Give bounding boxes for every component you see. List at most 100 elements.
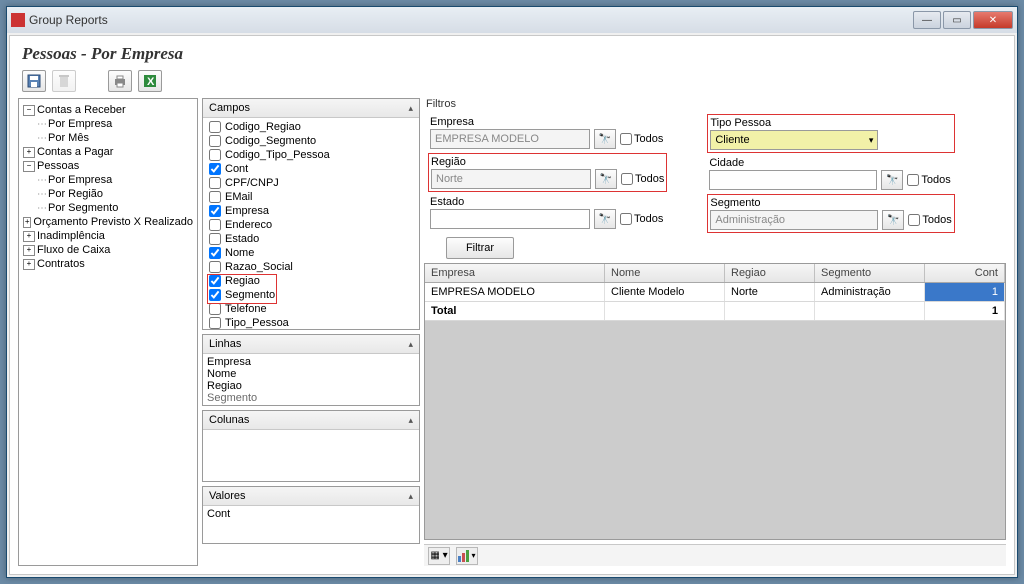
col-cont[interactable]: Cont: [925, 264, 1005, 282]
campo-checkbox[interactable]: [209, 219, 221, 231]
maximize-button[interactable]: ▭: [943, 11, 971, 29]
campo-item[interactable]: Codigo_Regiao: [207, 120, 415, 134]
chevron-up-icon[interactable]: ▴: [408, 339, 413, 350]
expand-icon[interactable]: +: [23, 259, 35, 270]
col-nome[interactable]: Nome: [605, 264, 725, 282]
tree-item-pessoas-por-regiao[interactable]: ⋯Por Região: [37, 187, 193, 201]
campo-item[interactable]: Nome: [207, 246, 415, 260]
campo-checkbox[interactable]: [209, 191, 221, 203]
cidade-input[interactable]: [709, 170, 877, 190]
campo-checkbox[interactable]: [209, 261, 221, 273]
campo-checkbox[interactable]: [209, 303, 221, 315]
chevron-up-icon[interactable]: ▴: [408, 103, 413, 114]
campo-checkbox[interactable]: [209, 317, 221, 329]
search-button[interactable]: 🔭: [594, 129, 616, 149]
expand-icon[interactable]: +: [23, 231, 35, 242]
campo-checkbox[interactable]: [209, 205, 221, 217]
expand-icon[interactable]: +: [23, 245, 35, 256]
excel-icon: X: [143, 74, 157, 88]
regiao-todos-checkbox[interactable]: [621, 173, 633, 185]
chart-view-button[interactable]: ▾: [456, 547, 478, 565]
collapse-icon[interactable]: −: [23, 105, 35, 116]
list-item[interactable]: Cont: [207, 508, 415, 520]
campo-item[interactable]: Telefone: [207, 302, 415, 316]
grid-header: Empresa Nome Regiao Segmento Cont: [425, 264, 1005, 283]
col-segmento[interactable]: Segmento: [815, 264, 925, 282]
titlebar: Group Reports — ▭ ✕: [7, 7, 1017, 33]
colunas-title: Colunas: [209, 414, 249, 426]
segmento-todos-checkbox[interactable]: [908, 214, 920, 226]
filter-cidade: Cidade 🔭 Todos: [707, 155, 954, 192]
tree-item-fluxo-caixa[interactable]: +Fluxo de Caixa: [23, 243, 193, 257]
empresa-input[interactable]: [430, 129, 590, 149]
chevron-up-icon[interactable]: ▴: [408, 415, 413, 426]
filter-tipo-pessoa: Tipo Pessoa Cliente ▾: [707, 114, 954, 153]
tree-item-por-mes[interactable]: ⋯Por Mês: [37, 131, 193, 145]
list-item[interactable]: Empresa: [207, 356, 415, 368]
empresa-todos-checkbox[interactable]: [620, 133, 632, 145]
report-tree: − Contas a Receber ⋯Por Empresa ⋯Por Mês…: [23, 103, 193, 271]
filters-area: Empresa 🔭 Todos Região 🔭: [424, 114, 1006, 259]
campo-label: Nome: [225, 247, 254, 259]
chevron-up-icon[interactable]: ▴: [408, 491, 413, 502]
estado-todos-checkbox[interactable]: [620, 213, 632, 225]
campo-item[interactable]: Razao_Social: [207, 260, 415, 274]
tree-item-inadimplencia[interactable]: +Inadimplência: [23, 229, 193, 243]
campo-checkbox[interactable]: [209, 177, 221, 189]
search-button[interactable]: 🔭: [881, 170, 903, 190]
search-button[interactable]: 🔭: [594, 209, 616, 229]
cidade-todos-checkbox[interactable]: [907, 174, 919, 186]
list-item[interactable]: Regiao: [207, 380, 415, 392]
tree-item-pessoas[interactable]: − Pessoas: [23, 159, 193, 173]
table-row[interactable]: EMPRESA MODELO Cliente Modelo Norte Admi…: [425, 283, 1005, 302]
filter-estado: Estado 🔭 Todos: [428, 194, 667, 231]
campos-panel: Campos▴ Codigo_RegiaoCodigo_SegmentoCodi…: [202, 98, 420, 330]
col-empresa[interactable]: Empresa: [425, 264, 605, 282]
tipo-pessoa-select[interactable]: Cliente ▾: [710, 130, 878, 150]
campo-item[interactable]: Empresa: [207, 204, 415, 218]
tree-item-contratos[interactable]: +Contratos: [23, 257, 193, 271]
save-button[interactable]: [22, 70, 46, 92]
tree-item-pessoas-por-segmento[interactable]: ⋯Por Segmento: [37, 201, 193, 215]
campo-checkbox[interactable]: [209, 121, 221, 133]
campo-item[interactable]: Estado: [207, 232, 415, 246]
campo-item[interactable]: Codigo_Tipo_Pessoa: [207, 148, 415, 162]
campo-item[interactable]: Codigo_Segmento: [207, 134, 415, 148]
tree-item-contas-receber[interactable]: − Contas a Receber: [23, 103, 193, 117]
expand-icon[interactable]: +: [23, 147, 35, 158]
search-button[interactable]: 🔭: [595, 169, 617, 189]
campo-checkbox[interactable]: [209, 135, 221, 147]
save-icon: [27, 74, 41, 88]
regiao-input[interactable]: [431, 169, 591, 189]
print-button[interactable]: [108, 70, 132, 92]
segmento-input[interactable]: [710, 210, 878, 230]
campo-checkbox[interactable]: [209, 247, 221, 259]
campo-item[interactable]: Endereco: [207, 218, 415, 232]
campo-checkbox[interactable]: [209, 149, 221, 161]
search-button[interactable]: 🔭: [882, 210, 904, 230]
campo-checkbox[interactable]: [209, 163, 221, 175]
campo-label: Codigo_Regiao: [225, 121, 301, 133]
export-excel-button[interactable]: X: [138, 70, 162, 92]
expand-icon[interactable]: +: [23, 217, 31, 228]
campo-checkbox[interactable]: [209, 233, 221, 245]
campo-item[interactable]: EMail: [207, 190, 415, 204]
tree-item-contas-pagar[interactable]: + Contas a Pagar: [23, 145, 193, 159]
list-item[interactable]: Segmento: [207, 392, 415, 404]
app-icon: [11, 13, 25, 27]
close-button[interactable]: ✕: [973, 11, 1013, 29]
filtrar-button[interactable]: Filtrar: [446, 237, 514, 259]
campo-item[interactable]: Tipo_Pessoa: [207, 316, 415, 329]
tree-item-pessoas-por-empresa[interactable]: ⋯Por Empresa: [37, 173, 193, 187]
campo-label: Cont: [225, 163, 248, 175]
list-item[interactable]: Nome: [207, 368, 415, 380]
campo-item[interactable]: Cont: [207, 162, 415, 176]
tree-item-orcamento[interactable]: +Orçamento Previsto X Realizado: [23, 215, 193, 229]
col-regiao[interactable]: Regiao: [725, 264, 815, 282]
grid-view-button[interactable]: ▦ ▾: [428, 547, 450, 565]
tree-item-por-empresa[interactable]: ⋯Por Empresa: [37, 117, 193, 131]
estado-input[interactable]: [430, 209, 590, 229]
campo-item[interactable]: CPF/CNPJ: [207, 176, 415, 190]
minimize-button[interactable]: —: [913, 11, 941, 29]
collapse-icon[interactable]: −: [23, 161, 35, 172]
